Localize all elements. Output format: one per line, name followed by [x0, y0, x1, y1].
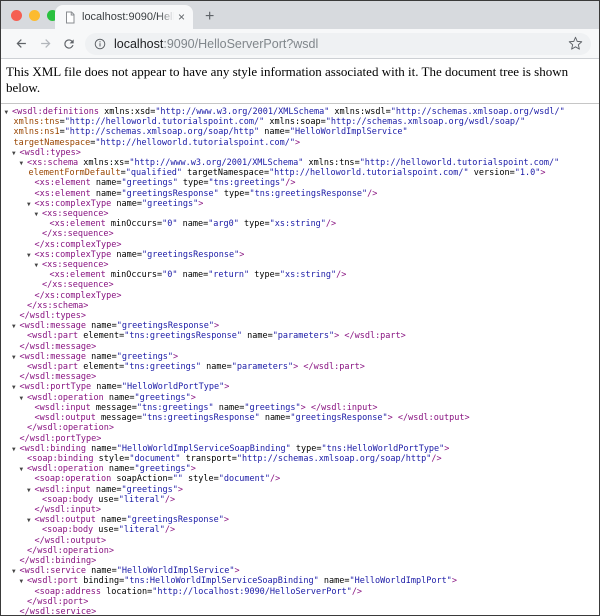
xml-line: ▼ <wsdl:message name="greetingsResponse">: [12, 321, 220, 332]
tab-strip: localhost:9090/HelloServerPort × +: [1, 1, 599, 29]
xml-line: <soap:body use="literal"/>: [42, 494, 176, 505]
xml-line: </wsdl:types>: [19, 311, 87, 322]
xml-line: ▼ <wsdl:input name="greetings">: [27, 484, 183, 495]
xml-line: </wsdl:input>: [34, 504, 102, 515]
forward-button[interactable]: [33, 32, 57, 56]
xml-line: <wsdl:output message="tns:greetingsRespo…: [34, 413, 470, 424]
xml-line: </wsdl:operation>: [27, 423, 115, 434]
xml-line: ▼ <wsdl:message name="greetings">: [12, 351, 179, 362]
url-text[interactable]: localhost:9090/HelloServerPort?wsdl: [114, 37, 568, 51]
xml-line: ▼ <wsdl:operation name="greetings">: [19, 392, 196, 403]
xml-line: </xs:sequence>: [42, 280, 114, 291]
url-path: :9090/HelloServerPort?wsdl: [163, 36, 319, 51]
tab-title: localhost:9090/HelloServerPort: [82, 11, 176, 23]
xml-line: </xs:complexType>: [34, 290, 122, 301]
xml-line: <soap:operation soapAction="" style="doc…: [34, 474, 281, 485]
xml-line: ▼ <xs:schema xmlns:xs="http://www.w3.org/…: [19, 158, 560, 169]
browser-tab[interactable]: localhost:9090/HelloServerPort ×: [55, 5, 193, 29]
xml-line: xmlns:ns1="http://schemas.xmlsoap.org/so…: [13, 127, 408, 138]
reload-button[interactable]: [57, 32, 81, 56]
new-tab-button[interactable]: +: [205, 9, 214, 25]
tab-close-icon[interactable]: ×: [176, 10, 187, 24]
xml-line: <xs:element name="greetings" type="tns:g…: [34, 178, 296, 189]
xml-line: ▼ <wsdl:port binding="tns:HelloWorldImplS…: [19, 576, 457, 587]
xml-line: <soap:body use="literal"/>: [42, 525, 176, 536]
window-controls: [11, 10, 58, 21]
xml-line: ▼ <wsdl:operation name="greetings">: [19, 464, 196, 475]
xml-line: ▼ <wsdl:definitions xmlns:xsd="http://www…: [4, 107, 565, 117]
xml-line: targetNamespace="http://helloworld.tutor…: [13, 137, 301, 148]
xml-line: elementFormDefault="qualified" targetNam…: [28, 168, 546, 179]
xml-line: </wsdl:message>: [19, 372, 97, 383]
xml-line: </wsdl:output>: [34, 535, 107, 546]
xml-line: </xs:complexType>: [34, 239, 122, 250]
address-bar[interactable]: localhost:9090/HelloServerPort?wsdl: [85, 32, 591, 55]
xml-line: <soap:binding style="document" transport…: [27, 453, 442, 464]
page-info-icon[interactable]: [93, 37, 107, 51]
xml-line: </xs:sequence>: [42, 229, 114, 240]
xml-line: <wsdl:input message="tns:greetings" name…: [34, 402, 378, 413]
back-button[interactable]: [9, 32, 33, 56]
xml-line: ▼ <wsdl:binding name="HelloWorldImplServi…: [12, 443, 450, 454]
xml-line: </wsdl:message>: [19, 341, 97, 352]
xml-line: </wsdl:portType>: [19, 433, 102, 444]
url-host: localhost: [114, 36, 164, 51]
xml-line: ▼ <xs:complexType name="greetings">: [27, 198, 204, 209]
browser-window: localhost:9090/HelloServerPort × + local…: [0, 0, 600, 616]
xml-line: </wsdl:binding>: [19, 555, 97, 566]
xml-line: </wsdl:port>: [27, 596, 89, 607]
xml-line: ▼ <xs:sequence>: [34, 260, 109, 271]
toolbar: localhost:9090/HelloServerPort?wsdl: [1, 29, 599, 59]
xml-line: <xs:element name="greetingsResponse" typ…: [34, 188, 378, 199]
page-favicon-icon: [64, 11, 76, 24]
xml-line: </wsdl:operation>: [27, 545, 115, 556]
xml-line: ▼ <xs:complexType name="greetingsResponse…: [27, 249, 245, 260]
xml-line: ▼ <xs:sequence>: [34, 209, 109, 220]
xml-line: ▼ <wsdl:types>: [12, 147, 81, 158]
xml-line: <wsdl:part element="tns:greetings" name=…: [27, 362, 365, 373]
xml-line: ▼ <wsdl:output name="greetingsResponse">: [27, 515, 229, 526]
xml-line: ▼ <wsdl:service name="HelloWorldImplServi…: [12, 566, 240, 577]
xml-line: </xs:schema>: [27, 300, 89, 311]
bookmark-star-icon[interactable]: [568, 36, 583, 51]
xml-line: ▼ <wsdl:portType name="HelloWorldPortType…: [12, 382, 230, 393]
page-content: This XML file does not appear to have an…: [1, 59, 599, 615]
xml-line: <wsdl:part element="tns:greetingsRespons…: [27, 331, 406, 342]
xml-line: <xs:element minOccurs="0" name="return" …: [49, 270, 347, 281]
xml-line: <soap:address location="http://localhost…: [34, 586, 363, 597]
traffic-light-close-button[interactable]: [11, 10, 22, 21]
xml-notice: This XML file does not appear to have an…: [1, 59, 599, 104]
xml-line: </wsdl:service>: [19, 606, 97, 615]
traffic-light-minimize-button[interactable]: [29, 10, 40, 21]
xml-line: <xs:element minOccurs="0" name="arg0" ty…: [49, 219, 337, 230]
xml-tree: ▼ <wsdl:definitions xmlns:xsd="http://www…: [1, 104, 599, 615]
xml-line: xmlns:tns="http://helloworld.tutorialspo…: [13, 117, 526, 128]
